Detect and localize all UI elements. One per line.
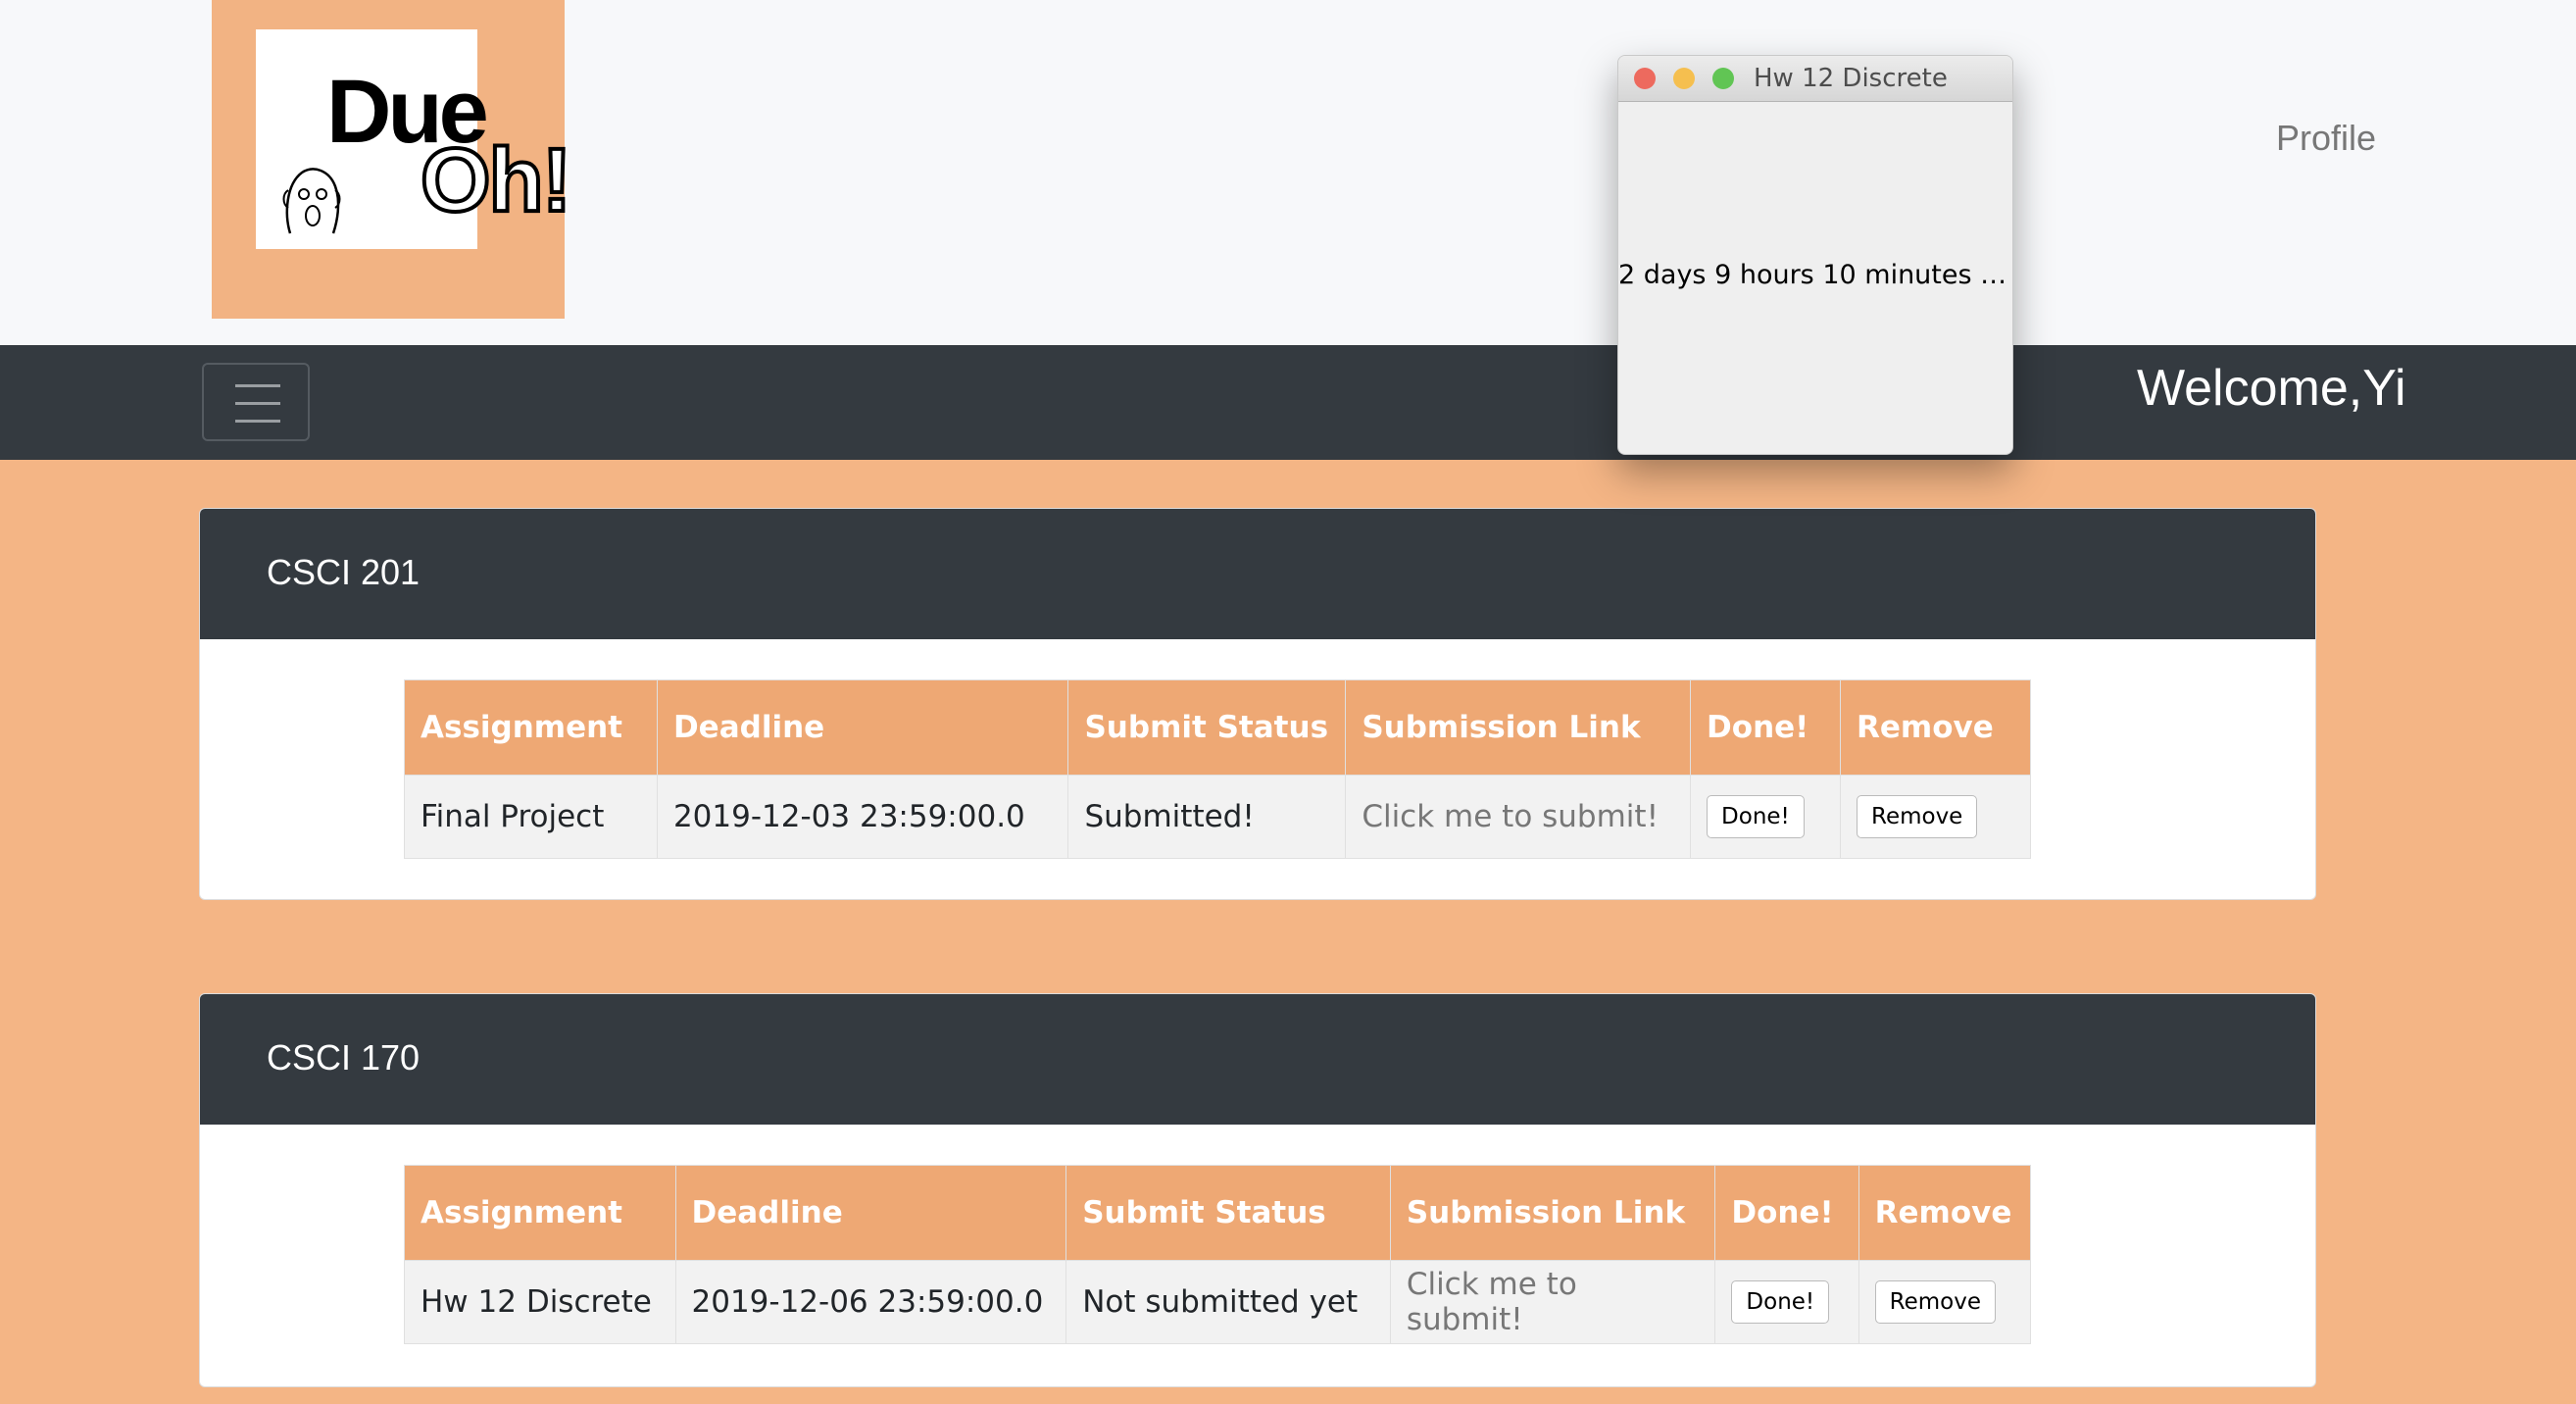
assignments-table: Assignment Deadline Submit Status Submis…	[404, 1165, 2032, 1344]
done-button[interactable]: Done!	[1731, 1280, 1830, 1324]
minimize-window-icon[interactable]	[1673, 68, 1695, 89]
countdown-text: 2 days 9 hours 10 minutes 29...	[1618, 260, 2012, 290]
close-window-icon[interactable]	[1634, 68, 1656, 89]
course-title: CSCI 170	[267, 1037, 421, 1078]
logo[interactable]: Due Oh!	[212, 0, 573, 319]
done-button[interactable]: Done!	[1707, 795, 1805, 838]
column-header-submit-status: Submit Status	[1067, 679, 1347, 776]
assignments-table: Assignment Deadline Submit Status Submis…	[404, 679, 2031, 859]
assignment-name: Hw 12 Discrete	[404, 1260, 676, 1344]
course-card: CSCI 170 Assignment Deadline Submit Stat…	[199, 993, 2316, 1387]
logo-word-oh: Oh!	[419, 130, 573, 230]
course-title: CSCI 201	[267, 552, 421, 592]
logo-card: Due Oh!	[256, 29, 573, 249]
menu-icon-line	[235, 420, 280, 423]
submit-status: Not submitted yet	[1065, 1260, 1391, 1344]
countdown-popup-window: Hw 12 Discrete 2 days 9 hours 10 minutes…	[1617, 55, 2013, 455]
column-header-assignment: Assignment	[404, 1165, 676, 1261]
column-header-submit-status: Submit Status	[1065, 1165, 1391, 1261]
course-card-header: CSCI 170	[200, 994, 2315, 1125]
submission-link[interactable]: Click me to submit!	[1389, 1260, 1716, 1344]
column-header-assignment: Assignment	[404, 679, 658, 776]
remove-cell: Remove	[1840, 775, 2031, 859]
table-header-row: Assignment Deadline Submit Status Submis…	[404, 679, 2031, 776]
column-header-done: Done!	[1714, 1165, 1859, 1261]
column-header-remove: Remove	[1858, 1165, 2032, 1261]
menu-icon-line	[235, 402, 280, 405]
remove-button[interactable]: Remove	[1857, 795, 1978, 838]
profile-link[interactable]: Profile	[2276, 118, 2376, 159]
submit-status: Submitted!	[1067, 775, 1347, 859]
table-row: Final Project 2019-12-03 23:59:00.0 Subm…	[404, 775, 2031, 859]
remove-cell: Remove	[1858, 1260, 2032, 1344]
menu-icon-line	[235, 384, 280, 387]
course-card: CSCI 201 Assignment Deadline Submit Stat…	[199, 508, 2316, 900]
done-cell: Done!	[1690, 775, 1841, 859]
course-card-header: CSCI 201	[200, 509, 2315, 639]
column-header-deadline: Deadline	[656, 679, 1069, 776]
popup-title: Hw 12 Discrete	[1754, 64, 1948, 93]
zoom-window-icon[interactable]	[1712, 68, 1734, 89]
menu-toggle-button[interactable]	[202, 363, 310, 441]
table-row: Hw 12 Discrete 2019-12-06 23:59:00.0 Not…	[404, 1260, 2032, 1344]
done-cell: Done!	[1714, 1260, 1859, 1344]
assignment-deadline: 2019-12-06 23:59:00.0	[674, 1260, 1067, 1344]
assignment-deadline: 2019-12-03 23:59:00.0	[656, 775, 1069, 859]
column-header-remove: Remove	[1840, 679, 2031, 776]
column-header-deadline: Deadline	[674, 1165, 1067, 1261]
scream-face-icon	[282, 168, 341, 234]
popup-titlebar[interactable]: Hw 12 Discrete	[1618, 56, 2012, 102]
remove-button[interactable]: Remove	[1874, 1280, 1996, 1324]
column-header-submission-link: Submission Link	[1345, 679, 1692, 776]
welcome-text: Welcome,Yi	[2137, 360, 2406, 417]
table-header-row: Assignment Deadline Submit Status Submis…	[404, 1165, 2032, 1261]
submission-link[interactable]: Click me to submit!	[1345, 775, 1692, 859]
assignment-name: Final Project	[404, 775, 658, 859]
column-header-done: Done!	[1690, 679, 1841, 776]
column-header-submission-link: Submission Link	[1389, 1165, 1716, 1261]
